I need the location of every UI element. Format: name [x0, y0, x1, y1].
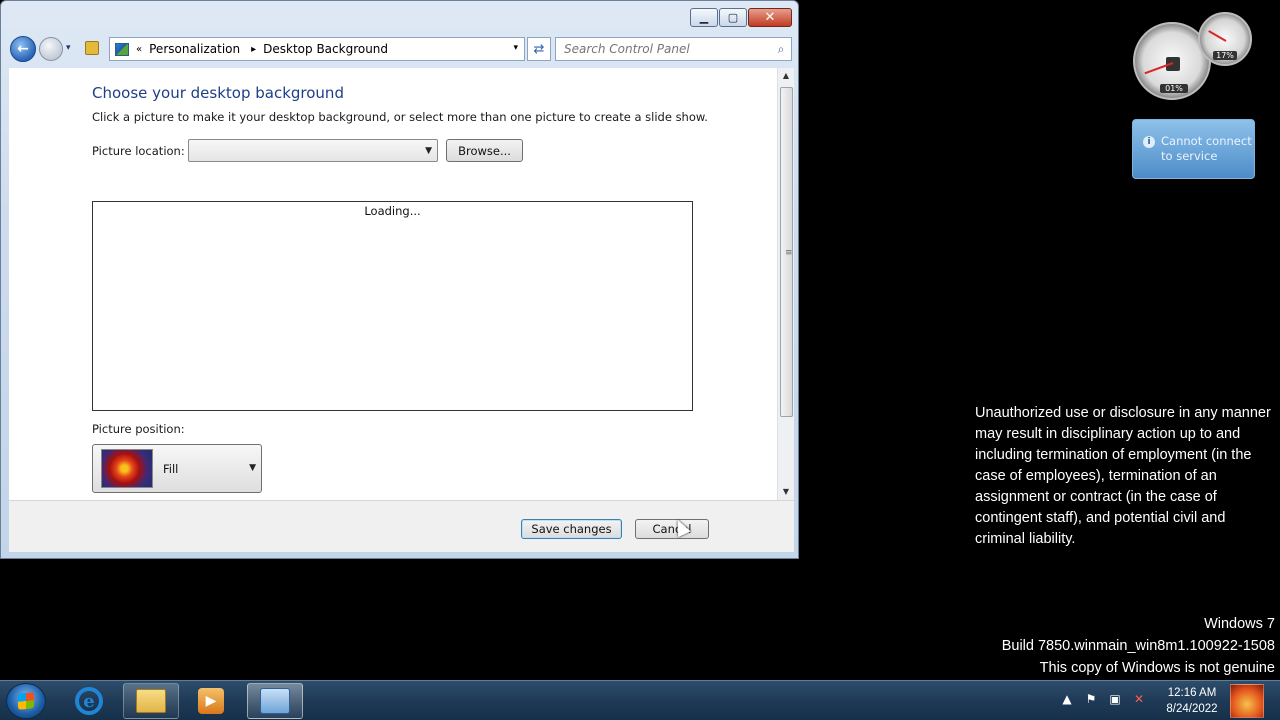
notification-area: ▲ ⚑ ▣ ✕: [1060, 692, 1146, 706]
action-center-flag-icon[interactable]: ⚑: [1084, 692, 1098, 706]
address-bar[interactable]: « Personalization ▸ Desktop Background ▾: [109, 37, 525, 61]
breadcrumb-overflow-icon[interactable]: «: [136, 44, 142, 55]
up-level-icon[interactable]: [85, 41, 99, 55]
clock-time: 12:16 AM: [1167, 687, 1217, 699]
picture-location-label: Picture location:: [92, 144, 185, 158]
taskbar-media-player[interactable]: ▶: [183, 683, 239, 719]
chevron-down-icon: ▼: [425, 146, 432, 156]
address-history-dropdown-icon[interactable]: ▾: [513, 43, 518, 53]
control-panel-icon: [260, 688, 290, 714]
picture-location-dropdown[interactable]: ▼: [188, 139, 438, 162]
taskbar: e ▶ ▲ ⚑ ▣ ✕ 12:16 AM 8/24/2022: [0, 680, 1280, 720]
position-preview-image: [101, 449, 153, 488]
windows-watermark: Windows 7 Build 7850.winmain_win8m1.1009…: [1002, 613, 1275, 679]
watermark-genuine-notice: This copy of Windows is not genuine: [1039, 660, 1275, 676]
internet-explorer-icon: e: [75, 687, 103, 715]
picture-position-dropdown[interactable]: Fill ▼: [92, 444, 262, 493]
navigation-bar: ← ▾ « Personalization ▸ Desktop Backgrou…: [7, 35, 792, 63]
taskbar-windows-explorer[interactable]: [123, 683, 179, 719]
scrollbar-thumb[interactable]: ≡: [780, 87, 793, 417]
start-button[interactable]: [6, 683, 46, 719]
show-hidden-icons-icon[interactable]: ▲: [1060, 692, 1074, 706]
desktop-background-window: ▁ ▢ ✕ ← ▾ « Personalization ▸ Desktop Ba…: [0, 0, 799, 559]
refresh-icon: ⇄: [533, 41, 545, 57]
search-box[interactable]: ⌕: [555, 37, 792, 61]
breadcrumb-desktop-background[interactable]: Desktop Background: [263, 42, 388, 56]
weather-gadget[interactable]: i Cannot connect to service: [1132, 119, 1255, 179]
back-button[interactable]: ←: [10, 36, 36, 62]
browse-button[interactable]: Browse...: [446, 139, 523, 162]
close-button[interactable]: ✕: [748, 8, 792, 27]
forward-button[interactable]: [39, 37, 63, 61]
taskbar-internet-explorer[interactable]: e: [61, 683, 117, 719]
volume-muted-icon[interactable]: ✕: [1132, 692, 1146, 706]
show-desktop-button[interactable]: [1230, 684, 1264, 718]
taskbar-control-panel[interactable]: [247, 683, 303, 719]
grip-icon: ≡: [785, 248, 793, 258]
scroll-up-arrow-icon[interactable]: ▲: [778, 68, 794, 84]
legal-disclaimer: Unauthorized use or disclosure in any ma…: [975, 405, 1271, 547]
search-input[interactable]: [556, 42, 771, 56]
instruction-text: Click a picture to make it your desktop …: [92, 110, 708, 124]
minimize-button[interactable]: ▁: [690, 8, 718, 27]
picture-gallery[interactable]: Loading...: [92, 201, 693, 411]
windows-logo-icon: [18, 692, 34, 710]
content-pane: Choose your desktop background Click a p…: [9, 68, 777, 500]
back-arrow-icon: ←: [17, 41, 29, 57]
control-panel-icon: [115, 42, 129, 56]
gadget-error-message: Cannot connect to service: [1161, 134, 1252, 163]
breadcrumb-separator-icon[interactable]: ▸: [251, 44, 256, 55]
chevron-down-icon: ▼: [249, 463, 256, 473]
system-clock[interactable]: 12:16 AM 8/24/2022: [1156, 685, 1228, 717]
recent-pages-dropdown-icon[interactable]: ▾: [66, 43, 71, 53]
page-title: Choose your desktop background: [92, 84, 344, 102]
watermark-os: Windows 7: [1204, 616, 1275, 632]
scroll-down-arrow-icon[interactable]: ▼: [778, 484, 794, 500]
media-player-icon: ▶: [198, 688, 224, 714]
breadcrumb-personalization[interactable]: Personalization: [149, 42, 240, 56]
memory-usage-readout: 17%: [1213, 51, 1237, 60]
caption-buttons: ▁ ▢ ✕: [690, 8, 792, 27]
gallery-loading-text: Loading...: [364, 204, 421, 218]
maximize-button[interactable]: ▢: [719, 8, 747, 27]
refresh-button[interactable]: ⇄: [527, 37, 551, 61]
picture-position-label: Picture position:: [92, 422, 185, 436]
folder-icon: [136, 689, 166, 713]
memory-meter-gadget[interactable]: 17%: [1198, 12, 1252, 66]
cpu-usage-readout: 01%: [1160, 84, 1188, 93]
save-changes-button[interactable]: Save changes: [521, 519, 622, 539]
network-icon[interactable]: ▣: [1108, 692, 1122, 706]
gauge-needle: [1208, 30, 1227, 42]
picture-position-value: Fill: [163, 462, 179, 476]
search-icon[interactable]: ⌕: [771, 42, 791, 57]
watermark-build: Build 7850.winmain_win8m1.100922-1508: [1001, 638, 1275, 654]
vertical-scrollbar[interactable]: ▲ ≡ ▼: [777, 68, 794, 500]
clock-date: 8/24/2022: [1166, 703, 1218, 715]
info-icon: i: [1143, 136, 1155, 148]
